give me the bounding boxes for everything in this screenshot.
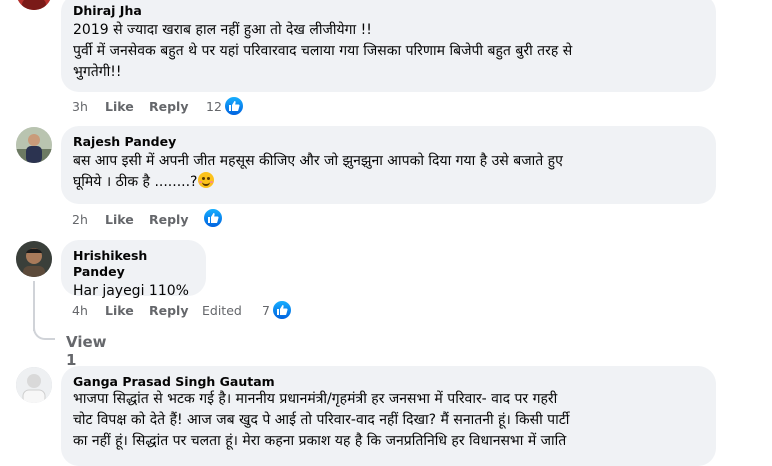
avatar[interactable] — [16, 241, 52, 277]
comment-author[interactable]: Rajesh Pandey — [73, 134, 704, 150]
reaction-count[interactable]: 12 — [206, 99, 222, 114]
like-button[interactable]: Like — [105, 300, 134, 322]
comment-text: 2019 से ज्यादा खराब हाल नहीं हुआ तो देख … — [73, 20, 704, 83]
comment-bubble: Ganga Prasad Singh Gautam भाजपा सिद्धांत… — [61, 366, 716, 466]
thread-connector-curve — [33, 318, 55, 340]
comment-author[interactable]: Hrishikesh Pandey — [73, 248, 194, 280]
like-button[interactable]: Like — [105, 209, 134, 231]
avatar[interactable] — [16, 367, 52, 403]
comment-text-line: पुर्वी में जनसेवक बहुत थे पर यहां परिवार… — [73, 43, 573, 59]
comment-text-line: भुगतेगी!! — [73, 64, 122, 80]
reply-button[interactable]: Reply — [149, 209, 188, 231]
like-reaction-icon[interactable] — [223, 95, 245, 117]
comment-text: Har jayegi 110% — [73, 281, 194, 302]
smiling-face-emoji-icon — [198, 172, 215, 188]
comment-text-line: भाजपा सिद्धांत से भटक गई है। माननीय प्रध… — [73, 391, 558, 407]
reply-button[interactable]: Reply — [149, 300, 188, 322]
like-reaction-icon[interactable] — [202, 207, 224, 229]
avatar[interactable] — [16, 0, 52, 10]
comment-text-line: बस आप इसी में अपनी जीत महसूस कीजिए और जो… — [73, 153, 563, 169]
comment-text-line: Har jayegi 110% — [73, 283, 189, 299]
like-reaction-icon[interactable] — [271, 299, 293, 321]
like-button[interactable]: Like — [105, 96, 134, 118]
comment-text-line: 2019 से ज्यादा खराब हाल नहीं हुआ तो देख … — [73, 22, 372, 38]
comment-text: बस आप इसी में अपनी जीत महसूस कीजिए और जो… — [73, 151, 704, 193]
comment-timestamp[interactable]: 3h — [72, 96, 88, 118]
comment-actions: 3h Like Reply — [72, 96, 372, 118]
comment-timestamp[interactable]: 4h — [72, 300, 88, 322]
comment-timestamp[interactable]: 2h — [72, 209, 88, 231]
comment-text-line: चोट विपक्ष को देते हैं! आज जब खुद पे आई … — [73, 412, 570, 428]
comment-text-fragment: घूमिये । ठीक है ........? — [73, 174, 198, 190]
avatar[interactable] — [16, 127, 52, 163]
comment-author[interactable]: Ganga Prasad Singh Gautam — [73, 374, 704, 390]
comment-text-line: का नहीं हूं। सिद्धांत पर चलता हूं। मेरा … — [73, 433, 567, 449]
comment-text-line: घूमिये । ठीक है ........? — [73, 172, 704, 193]
comment-bubble: Rajesh Pandey बस आप इसी में अपनी जीत महस… — [61, 126, 716, 204]
comment-text: भाजपा सिद्धांत से भटक गई है। माननीय प्रध… — [73, 389, 704, 452]
edited-label[interactable]: Edited — [202, 300, 242, 322]
comment-author[interactable]: Dhiraj Jha — [73, 3, 704, 19]
reply-button[interactable]: Reply — [149, 96, 188, 118]
comment-bubble: Hrishikesh Pandey Har jayegi 110% — [61, 240, 206, 299]
reaction-count[interactable]: 7 — [262, 303, 270, 318]
comment-bubble: Dhiraj Jha 2019 से ज्यादा खराब हाल नहीं … — [61, 0, 716, 92]
comment-actions: 4h Like Reply Edited — [72, 300, 372, 322]
